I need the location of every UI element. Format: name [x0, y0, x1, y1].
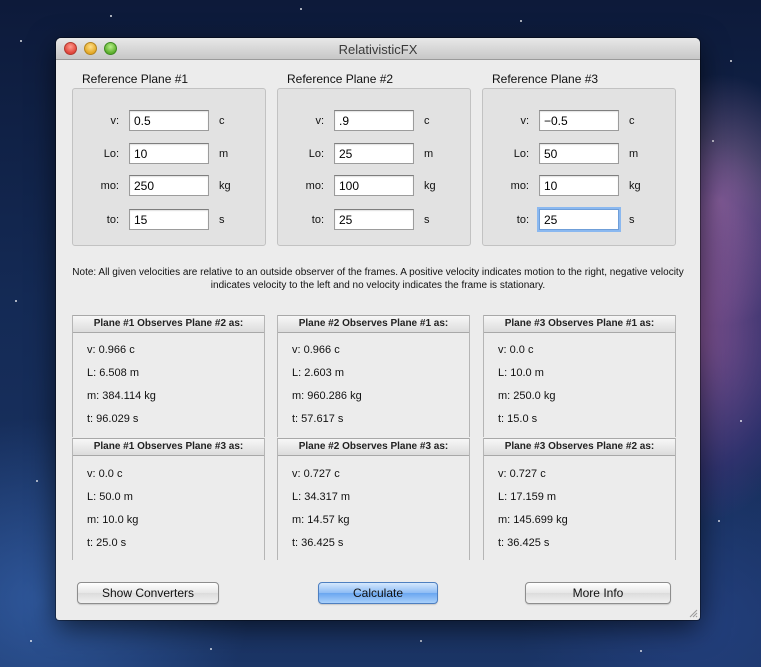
result-panel-1-observes-2: Plane #1 Observes Plane #2 as: v: 0.966 …	[72, 315, 265, 437]
mass-label: mo:	[510, 180, 529, 192]
time-label: to:	[516, 214, 529, 226]
length-label: Lo:	[103, 148, 119, 160]
time-label: to:	[106, 214, 119, 226]
result-panel-2-observes-3: Plane #2 Observes Plane #3 as: v: 0.727 …	[277, 438, 470, 560]
plane-1-time-input[interactable]	[129, 209, 209, 230]
result-velocity: v: 0.727 c	[498, 468, 546, 480]
mass-label: mo:	[305, 180, 324, 192]
result-time: t: 25.0 s	[87, 537, 127, 549]
result-mass: m: 384.114 kg	[87, 390, 156, 402]
result-header: Plane #3 Observes Plane #2 as:	[484, 438, 675, 456]
length-unit: m	[424, 148, 434, 160]
plane-1-velocity-input[interactable]	[129, 110, 209, 131]
app-window: RelativisticFX Reference Plane #1 v: c L…	[56, 38, 700, 620]
result-header: Plane #2 Observes Plane #1 as:	[278, 315, 469, 333]
velocity-label: v:	[315, 115, 324, 127]
velocity-unit: c	[219, 115, 225, 127]
result-length: L: 6.508 m	[87, 367, 139, 379]
result-velocity: v: 0.0 c	[87, 468, 123, 480]
plane-1-length-input[interactable]	[129, 143, 209, 164]
result-mass: m: 10.0 kg	[87, 514, 139, 526]
result-header: Plane #1 Observes Plane #2 as:	[73, 315, 264, 333]
result-time: t: 57.617 s	[292, 413, 344, 425]
velocity-label: v:	[110, 115, 119, 127]
plane-3-time-input[interactable]	[539, 209, 619, 230]
result-mass: m: 145.699 kg	[498, 514, 568, 526]
length-unit: m	[629, 148, 639, 160]
result-mass: m: 960.286 kg	[292, 390, 362, 402]
plane-1-group: v: c Lo: m mo: kg to: s	[72, 88, 266, 246]
plane-3-length-input[interactable]	[539, 143, 619, 164]
window-title: RelativisticFX	[338, 42, 418, 57]
result-velocity: v: 0.966 c	[292, 344, 340, 356]
plane-3-mass-input[interactable]	[539, 175, 619, 196]
plane-3-label: Reference Plane #3	[492, 72, 599, 86]
velocity-label: v:	[520, 115, 529, 127]
plane-2-mass-input[interactable]	[334, 175, 414, 196]
result-panel-2-observes-1: Plane #2 Observes Plane #1 as: v: 0.966 …	[277, 315, 470, 437]
result-mass: m: 250.0 kg	[498, 390, 556, 402]
resize-grip-icon[interactable]	[688, 608, 698, 618]
title-bar: RelativisticFX	[56, 38, 700, 60]
show-converters-button[interactable]: Show Converters	[77, 582, 219, 604]
plane-2-time-input[interactable]	[334, 209, 414, 230]
result-panel-3-observes-2: Plane #3 Observes Plane #2 as: v: 0.727 …	[483, 438, 676, 560]
plane-2-label: Reference Plane #2	[287, 72, 394, 86]
mass-unit: kg	[629, 180, 641, 192]
more-info-button[interactable]: More Info	[525, 582, 671, 604]
time-unit: s	[629, 214, 635, 226]
plane-2-group: v: c Lo: m mo: kg to: s	[277, 88, 471, 246]
velocity-unit: c	[424, 115, 430, 127]
result-panel-1-observes-3: Plane #1 Observes Plane #3 as: v: 0.0 c …	[72, 438, 265, 560]
time-unit: s	[424, 214, 430, 226]
plane-3-velocity-input[interactable]	[539, 110, 619, 131]
result-length: L: 17.159 m	[498, 491, 557, 503]
plane-1-mass-input[interactable]	[129, 175, 209, 196]
calculate-button[interactable]: Calculate	[318, 582, 438, 604]
result-time: t: 15.0 s	[498, 413, 538, 425]
result-time: t: 96.029 s	[87, 413, 139, 425]
time-label: to:	[311, 214, 324, 226]
result-length: L: 34.317 m	[292, 491, 351, 503]
result-time: t: 36.425 s	[498, 537, 550, 549]
velocity-note: Note: All given velocities are relative …	[72, 267, 684, 291]
mass-unit: kg	[219, 180, 231, 192]
plane-1-label: Reference Plane #1	[82, 72, 189, 86]
length-label: Lo:	[513, 148, 529, 160]
result-mass: m: 14.57 kg	[292, 514, 350, 526]
length-unit: m	[219, 148, 229, 160]
result-velocity: v: 0.727 c	[292, 468, 340, 480]
plane-2-length-input[interactable]	[334, 143, 414, 164]
mass-unit: kg	[424, 180, 436, 192]
time-unit: s	[219, 214, 225, 226]
result-panel-3-observes-1: Plane #3 Observes Plane #1 as: v: 0.0 c …	[483, 315, 676, 437]
result-length: L: 2.603 m	[292, 367, 344, 379]
result-header: Plane #2 Observes Plane #3 as:	[278, 438, 469, 456]
result-time: t: 36.425 s	[292, 537, 344, 549]
length-label: Lo:	[308, 148, 324, 160]
result-header: Plane #3 Observes Plane #1 as:	[484, 315, 675, 333]
plane-2-velocity-input[interactable]	[334, 110, 414, 131]
result-velocity: v: 0.0 c	[498, 344, 534, 356]
velocity-unit: c	[629, 115, 635, 127]
result-header: Plane #1 Observes Plane #3 as:	[73, 438, 264, 456]
mass-label: mo:	[100, 180, 119, 192]
result-length: L: 50.0 m	[87, 491, 133, 503]
plane-3-group: v: c Lo: m mo: kg to: s	[482, 88, 676, 246]
result-velocity: v: 0.966 c	[87, 344, 135, 356]
result-length: L: 10.0 m	[498, 367, 544, 379]
